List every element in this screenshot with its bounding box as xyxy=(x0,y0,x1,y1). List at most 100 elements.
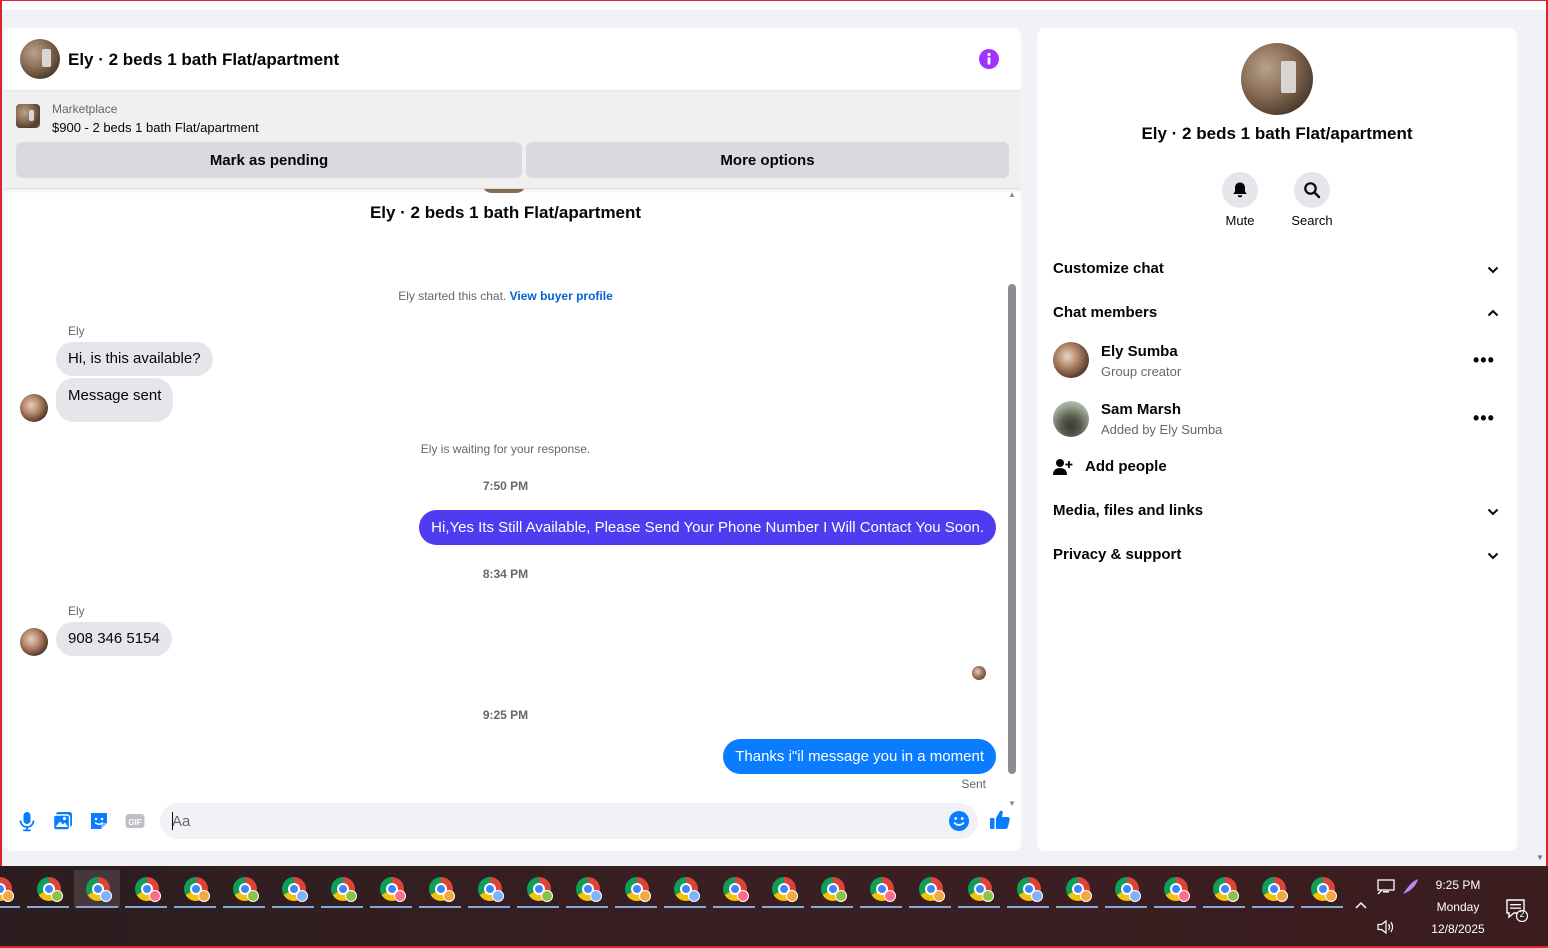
chat-members-section[interactable]: Chat members xyxy=(1053,304,1501,321)
taskbar-chrome-window[interactable] xyxy=(711,870,757,908)
notification-center-button[interactable]: 2 xyxy=(1505,898,1529,923)
taskbar-chrome-window[interactable] xyxy=(0,870,22,908)
taskbar-chrome-window[interactable] xyxy=(1299,870,1345,908)
scroll-thumb[interactable] xyxy=(1008,284,1016,774)
taskbar-chrome-window[interactable] xyxy=(319,870,365,908)
sticker-icon[interactable] xyxy=(88,810,110,832)
taskbar-chrome-window[interactable] xyxy=(1054,870,1100,908)
taskbar-chrome-window[interactable] xyxy=(907,870,953,908)
taskbar-chrome-window[interactable] xyxy=(613,870,659,908)
message-input-container[interactable] xyxy=(160,803,978,839)
taskbar-chrome-window[interactable] xyxy=(564,870,610,908)
customize-chat-section[interactable]: Customize chat xyxy=(1053,260,1501,277)
taskbar-chrome-window[interactable] xyxy=(172,870,218,908)
message-timestamp: 9:25 PM xyxy=(482,708,529,722)
taskbar-chrome-window[interactable] xyxy=(1152,870,1198,908)
privacy-support-section[interactable]: Privacy & support xyxy=(1053,546,1501,563)
member-more-options-icon[interactable]: ••• xyxy=(1473,409,1494,433)
chat-panel: Ely · 2 beds 1 bath Flat/apartment Marke… xyxy=(4,28,1021,851)
taskbar-chrome-window[interactable] xyxy=(74,870,120,908)
clock-day[interactable]: Monday xyxy=(1420,900,1496,914)
incoming-message[interactable]: 908 346 5154 xyxy=(56,622,172,656)
clock-time[interactable]: 9:25 PM xyxy=(1420,878,1496,892)
scroll-down-arrow-icon[interactable]: ▼ xyxy=(1536,853,1544,862)
taskbar-chrome-window[interactable] xyxy=(368,870,414,908)
taskbar-chrome-window[interactable] xyxy=(956,870,1002,908)
listing-price-title[interactable]: $900 - 2 beds 1 bath Flat/apartment xyxy=(52,120,259,135)
profile-badge-icon xyxy=(149,890,161,902)
info-panel-title: Ely · 2 beds 1 bath Flat/apartment xyxy=(1141,124,1413,143)
incoming-message[interactable]: Message sent xyxy=(56,378,174,422)
taskbar-chrome-window[interactable] xyxy=(662,870,708,908)
chevron-up-icon[interactable] xyxy=(1354,899,1368,913)
microphone-icon[interactable] xyxy=(16,810,38,832)
add-person-icon xyxy=(1053,459,1073,475)
view-buyer-profile-link[interactable]: View buyer profile xyxy=(510,289,613,303)
mark-as-pending-button[interactable]: Mark as pending xyxy=(16,142,522,178)
profile-badge-icon xyxy=(982,890,994,902)
chat-title[interactable]: Ely · 2 beds 1 bath Flat/apartment xyxy=(68,50,339,70)
photo-icon[interactable] xyxy=(52,810,74,832)
taskbar-chrome-window[interactable] xyxy=(760,870,806,908)
running-indicator xyxy=(370,906,412,908)
ely-avatar[interactable] xyxy=(20,628,48,656)
profile-badge-icon xyxy=(247,890,259,902)
add-people-button[interactable]: Add people xyxy=(1053,458,1501,475)
taskbar-chrome-window[interactable] xyxy=(1250,870,1296,908)
chevron-down-icon[interactable] xyxy=(1486,549,1500,563)
listing-profile-photo[interactable] xyxy=(1241,43,1313,115)
gif-icon[interactable]: GIF xyxy=(124,810,146,832)
listing-avatar[interactable] xyxy=(20,39,60,79)
feather-icon[interactable] xyxy=(1401,878,1419,896)
taskbar-chrome-window[interactable] xyxy=(221,870,267,908)
listing-thumbnail[interactable] xyxy=(16,104,40,128)
media-files-links-section[interactable]: Media, files and links xyxy=(1053,502,1501,519)
taskbar-chrome-window[interactable] xyxy=(1005,870,1051,908)
search-button[interactable] xyxy=(1294,172,1330,208)
thumbs-up-icon[interactable] xyxy=(988,808,1012,832)
message-input[interactable] xyxy=(172,811,932,831)
profile-badge-icon xyxy=(492,890,504,902)
taskbar-chrome-window[interactable] xyxy=(515,870,561,908)
member-name[interactable]: Sam Marsh xyxy=(1101,401,1181,418)
page-scrollbar[interactable]: ▼ xyxy=(1533,10,1546,866)
clock-date[interactable]: 12/8/2025 xyxy=(1420,922,1496,936)
taskbar-chrome-window[interactable] xyxy=(466,870,512,908)
more-options-button[interactable]: More options xyxy=(526,142,1009,178)
thread-title: Ely · 2 beds 1 bath Flat/apartment xyxy=(369,203,642,222)
chevron-up-icon[interactable] xyxy=(1486,306,1500,320)
member-avatar[interactable] xyxy=(1053,401,1089,437)
running-indicator xyxy=(1154,906,1196,908)
chevron-down-icon[interactable] xyxy=(1486,505,1500,519)
outgoing-message[interactable]: Thanks i"il message you in a moment xyxy=(723,739,996,774)
taskbar-chrome-window[interactable] xyxy=(25,870,71,908)
member-avatar[interactable] xyxy=(1053,342,1089,378)
outgoing-message[interactable]: Hi,Yes Its Still Available, Please Send … xyxy=(419,510,996,545)
volume-icon[interactable] xyxy=(1377,919,1395,935)
taskbar-chrome-window[interactable] xyxy=(858,870,904,908)
taskbar-chrome-window[interactable] xyxy=(809,870,855,908)
mute-button[interactable] xyxy=(1222,172,1258,208)
running-indicator xyxy=(811,906,853,908)
message-list: Ely · 2 beds 1 bath Flat/apartment Ely s… xyxy=(4,183,1021,791)
network-icon[interactable] xyxy=(1377,879,1395,895)
profile-badge-icon xyxy=(394,890,406,902)
emoji-icon[interactable] xyxy=(948,810,970,832)
chevron-down-icon[interactable] xyxy=(1486,263,1500,277)
taskbar-chrome-window[interactable] xyxy=(123,870,169,908)
incoming-message[interactable]: Hi, is this available? xyxy=(56,342,213,376)
scroll-up-arrow-icon[interactable]: ▲ xyxy=(1007,190,1017,199)
member-more-options-icon[interactable]: ••• xyxy=(1473,351,1494,375)
taskbar-chrome-window[interactable] xyxy=(1103,870,1149,908)
profile-badge-icon xyxy=(933,890,945,902)
taskbar-chrome-window[interactable] xyxy=(270,870,316,908)
message-scrollbar[interactable]: ▲ ▼ xyxy=(1007,190,1017,808)
window-left-edge xyxy=(0,0,2,866)
member-name[interactable]: Ely Sumba xyxy=(1101,343,1178,360)
marketplace-label: Marketplace xyxy=(52,102,118,116)
taskbar-chrome-window[interactable] xyxy=(1201,870,1247,908)
info-icon[interactable] xyxy=(978,48,1000,70)
taskbar-chrome-window[interactable] xyxy=(417,870,463,908)
ely-avatar[interactable] xyxy=(20,394,48,422)
profile-badge-icon xyxy=(1227,890,1239,902)
